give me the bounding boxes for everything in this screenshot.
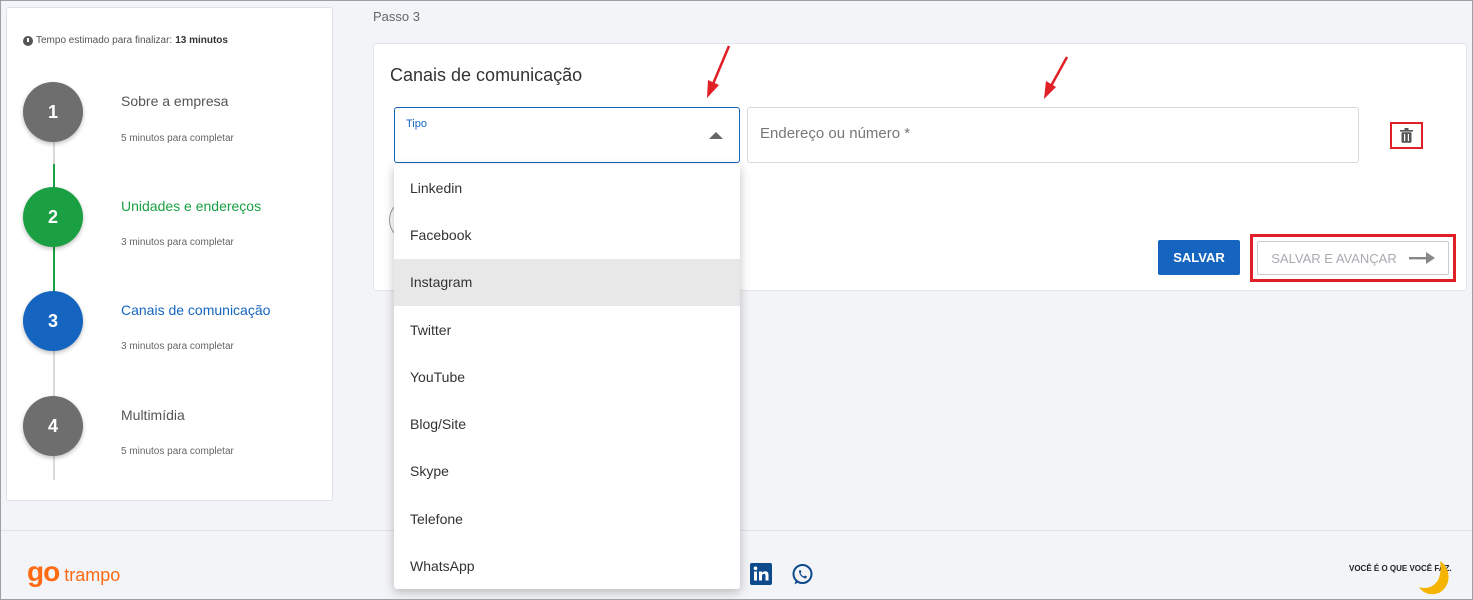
dropdown-option-youtube[interactable]: YouTube — [394, 353, 740, 400]
eta-value: 13 minutos — [175, 35, 228, 46]
whatsapp-icon[interactable] — [791, 563, 814, 586]
step-1-subtitle: 5 minutos para completar — [121, 133, 234, 144]
step-3-subtitle: 3 minutos para completar — [121, 341, 234, 352]
arrow-right-icon — [1408, 252, 1435, 264]
address-field[interactable] — [747, 107, 1359, 163]
step-2-circle[interactable]: 2 — [23, 187, 83, 247]
step-connector-done — [53, 246, 55, 296]
dropdown-option-blog-site[interactable]: Blog/Site — [394, 400, 740, 447]
step-4-title[interactable]: Multimídia — [121, 407, 185, 423]
step-3-title[interactable]: Canais de comunicação — [121, 302, 270, 318]
clock-icon — [23, 35, 33, 46]
step-1-circle[interactable]: 1 — [23, 82, 83, 142]
step-4-circle[interactable]: 4 — [23, 396, 83, 456]
step-2-title[interactable]: Unidades e endereços — [121, 198, 261, 214]
trash-icon — [1400, 128, 1413, 143]
logo-go: go — [27, 556, 60, 587]
card-title: Canais de comunicação — [390, 65, 583, 85]
step-3-circle[interactable]: 3 — [23, 291, 83, 351]
dropdown-option-twitter[interactable]: Twitter — [394, 306, 740, 353]
type-select[interactable]: Tipo — [394, 107, 740, 163]
dropdown-option-linkedin[interactable]: Linkedin — [394, 164, 740, 211]
caret-up-icon[interactable] — [709, 132, 723, 139]
dropdown-option-telefone[interactable]: Telefone — [394, 495, 740, 542]
progress-sidebar: Tempo estimado para finalizar: 13 minuto… — [6, 7, 333, 501]
logo-trampo: trampo — [64, 565, 121, 585]
dropdown-option-skype[interactable]: Skype — [394, 448, 740, 495]
type-dropdown-menu[interactable]: Linkedin Facebook Instagram Twitter YouT… — [394, 164, 740, 589]
dropdown-option-instagram[interactable]: Instagram — [394, 258, 740, 306]
step-label: Passo 3 — [373, 9, 420, 24]
crescent-moon-icon — [1419, 561, 1449, 595]
annotation-highlight-box: SALVAR E AVANÇAR — [1250, 234, 1456, 282]
step-2-subtitle: 3 minutos para completar — [121, 237, 234, 248]
gotrampo-logo[interactable]: go trampo — [27, 556, 120, 588]
dropdown-option-facebook[interactable]: Facebook — [394, 211, 740, 258]
address-input[interactable] — [760, 125, 1340, 142]
step-connector — [53, 455, 55, 480]
save-and-advance-button[interactable]: SALVAR E AVANÇAR — [1257, 241, 1449, 275]
eta-prefix: Tempo estimado para finalizar: — [36, 35, 173, 46]
estimated-time: Tempo estimado para finalizar: 13 minuto… — [23, 35, 228, 46]
step-4-subtitle: 5 minutos para completar — [121, 446, 234, 457]
save-and-advance-label: SALVAR E AVANÇAR — [1271, 250, 1397, 266]
dropdown-option-whatsapp[interactable]: WhatsApp — [394, 542, 740, 589]
delete-channel-button[interactable] — [1390, 122, 1423, 149]
type-select-label: Tipo — [406, 118, 427, 130]
save-button[interactable]: SALVAR — [1158, 240, 1240, 275]
linkedin-icon[interactable] — [750, 563, 772, 585]
step-1-title[interactable]: Sobre a empresa — [121, 93, 228, 109]
